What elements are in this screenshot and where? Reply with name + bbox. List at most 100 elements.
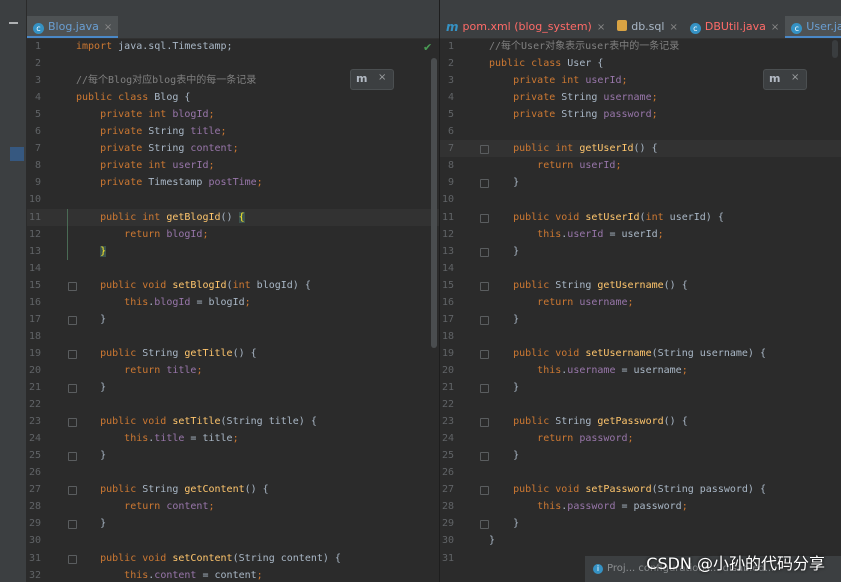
bookmark-marker[interactable]	[10, 147, 24, 161]
close-icon[interactable]: ×	[791, 72, 799, 83]
fold-marker[interactable]	[480, 486, 489, 496]
code-editor-left[interactable]: 1 import java.sql.Timestamp; 2 3//每个Blog对应b…	[27, 38, 439, 582]
fold-marker[interactable]	[68, 520, 77, 530]
fold-marker[interactable]	[68, 418, 77, 428]
fold-marker[interactable]	[68, 384, 77, 393]
code-text: private int userId;	[489, 72, 627, 89]
line-number: 8	[34, 160, 41, 172]
inspection-ok-icon[interactable]: ✔	[423, 41, 432, 54]
code-token: }	[489, 177, 520, 189]
code-token: content	[190, 143, 233, 155]
close-tab-icon[interactable]: ×	[669, 22, 677, 33]
code-token: public	[489, 58, 532, 70]
fold-marker[interactable]	[480, 349, 489, 359]
code-token: (String title) {	[220, 416, 317, 428]
code-line: 27 public String getContent() {	[27, 481, 439, 498]
code-token: this	[124, 569, 149, 581]
code-token: private	[100, 109, 149, 121]
fold-marker[interactable]	[480, 520, 489, 530]
code-token: public	[100, 211, 143, 223]
line-number: 18	[28, 330, 41, 342]
code-token: () {	[663, 416, 688, 428]
code-token: () {	[663, 279, 688, 291]
fold-marker[interactable]	[68, 315, 77, 325]
vertical-scrollbar[interactable]	[431, 58, 437, 348]
close-tab-icon[interactable]: ×	[104, 22, 112, 33]
code-line: 4 private String username;	[440, 89, 841, 106]
code-line: 13 }	[27, 243, 439, 260]
code-text: }	[489, 532, 495, 549]
maven-reload-popup[interactable]: m ×	[763, 69, 807, 90]
line-number: 5	[447, 109, 454, 121]
code-line: 19 public void setUsername(String userna…	[440, 345, 841, 362]
line-number: 13	[441, 245, 454, 257]
fold-marker[interactable]	[68, 281, 77, 291]
code-token: return	[537, 296, 580, 308]
code-token: ;	[615, 160, 622, 172]
fold-marker[interactable]	[480, 281, 489, 291]
fold-marker[interactable]	[68, 486, 77, 496]
code-text: import java.sql.Timestamp;	[76, 38, 233, 55]
maven-icon: m	[446, 20, 459, 34]
fold-marker[interactable]	[68, 349, 77, 359]
tab-user-java[interactable]: cUser.java×	[785, 16, 841, 38]
code-token: ;	[681, 364, 688, 376]
fold-marker[interactable]	[480, 247, 489, 257]
line-number: 28	[441, 501, 454, 513]
close-tab-icon[interactable]: ×	[597, 22, 605, 33]
code-token: return	[124, 364, 167, 376]
code-token: ;	[208, 160, 215, 172]
code-token: }	[76, 450, 107, 462]
code-text: private String content;	[76, 140, 239, 157]
line-number: 6	[34, 126, 41, 138]
fold-marker[interactable]	[480, 213, 489, 223]
close-tab-icon[interactable]: ×	[771, 22, 779, 33]
fold-marker[interactable]	[480, 384, 489, 393]
line-number: 31	[28, 552, 41, 564]
fold-marker[interactable]	[68, 452, 77, 462]
code-text: private int blogId;	[76, 106, 214, 123]
fold-marker[interactable]	[480, 145, 489, 155]
tab-db-sql[interactable]: db.sql ×	[611, 16, 684, 38]
code-token: = content	[196, 569, 257, 581]
code-text: public int getBlogId() {	[76, 209, 245, 226]
fold-marker[interactable]	[480, 315, 489, 325]
code-editor-right[interactable]: 1 //每个User对象表示user表中的一条记录 2 public class Us…	[440, 38, 841, 582]
fold-marker[interactable]	[480, 179, 489, 189]
vertical-scrollbar[interactable]	[832, 40, 838, 58]
code-token: }	[76, 518, 107, 530]
code-token: int	[142, 211, 167, 223]
code-line: 5 private int blogId;	[27, 106, 439, 123]
code-line: 10	[27, 191, 439, 208]
maven-reload-icon[interactable]: m	[769, 72, 780, 85]
line-number: 18	[441, 330, 454, 342]
fold-marker[interactable]	[68, 554, 77, 564]
code-token: title	[166, 364, 197, 376]
code-line: 17 }	[440, 311, 841, 328]
tab-pom-xml-blog-system-[interactable]: m pom.xml (blog_system) ×	[440, 16, 611, 38]
code-line: 18	[440, 328, 841, 345]
code-token: class	[118, 92, 155, 104]
fold-marker[interactable]	[480, 418, 489, 428]
maven-reload-popup[interactable]: m ×	[350, 69, 394, 90]
tab-dbutil-java[interactable]: c DBUtil.java ×	[684, 16, 785, 38]
editor-pane-right: m pom.xml (blog_system) × db.sql × c DBUtil.ja…	[440, 0, 841, 582]
code-token: blogId) {	[256, 279, 311, 291]
line-number: 21	[28, 382, 41, 393]
close-icon[interactable]: ×	[378, 72, 386, 83]
maven-reload-icon[interactable]: m	[356, 72, 367, 85]
line-number: 29	[28, 518, 41, 530]
tab-blog-java[interactable]: c Blog.java ×	[27, 16, 119, 38]
line-number: 7	[34, 143, 41, 155]
line-number: 22	[441, 399, 454, 411]
code-line: 30	[27, 532, 439, 549]
collapse-icon[interactable]	[9, 22, 18, 24]
code-token: ;	[627, 296, 634, 308]
line-number: 31	[441, 552, 454, 564]
fold-marker[interactable]	[480, 452, 489, 462]
